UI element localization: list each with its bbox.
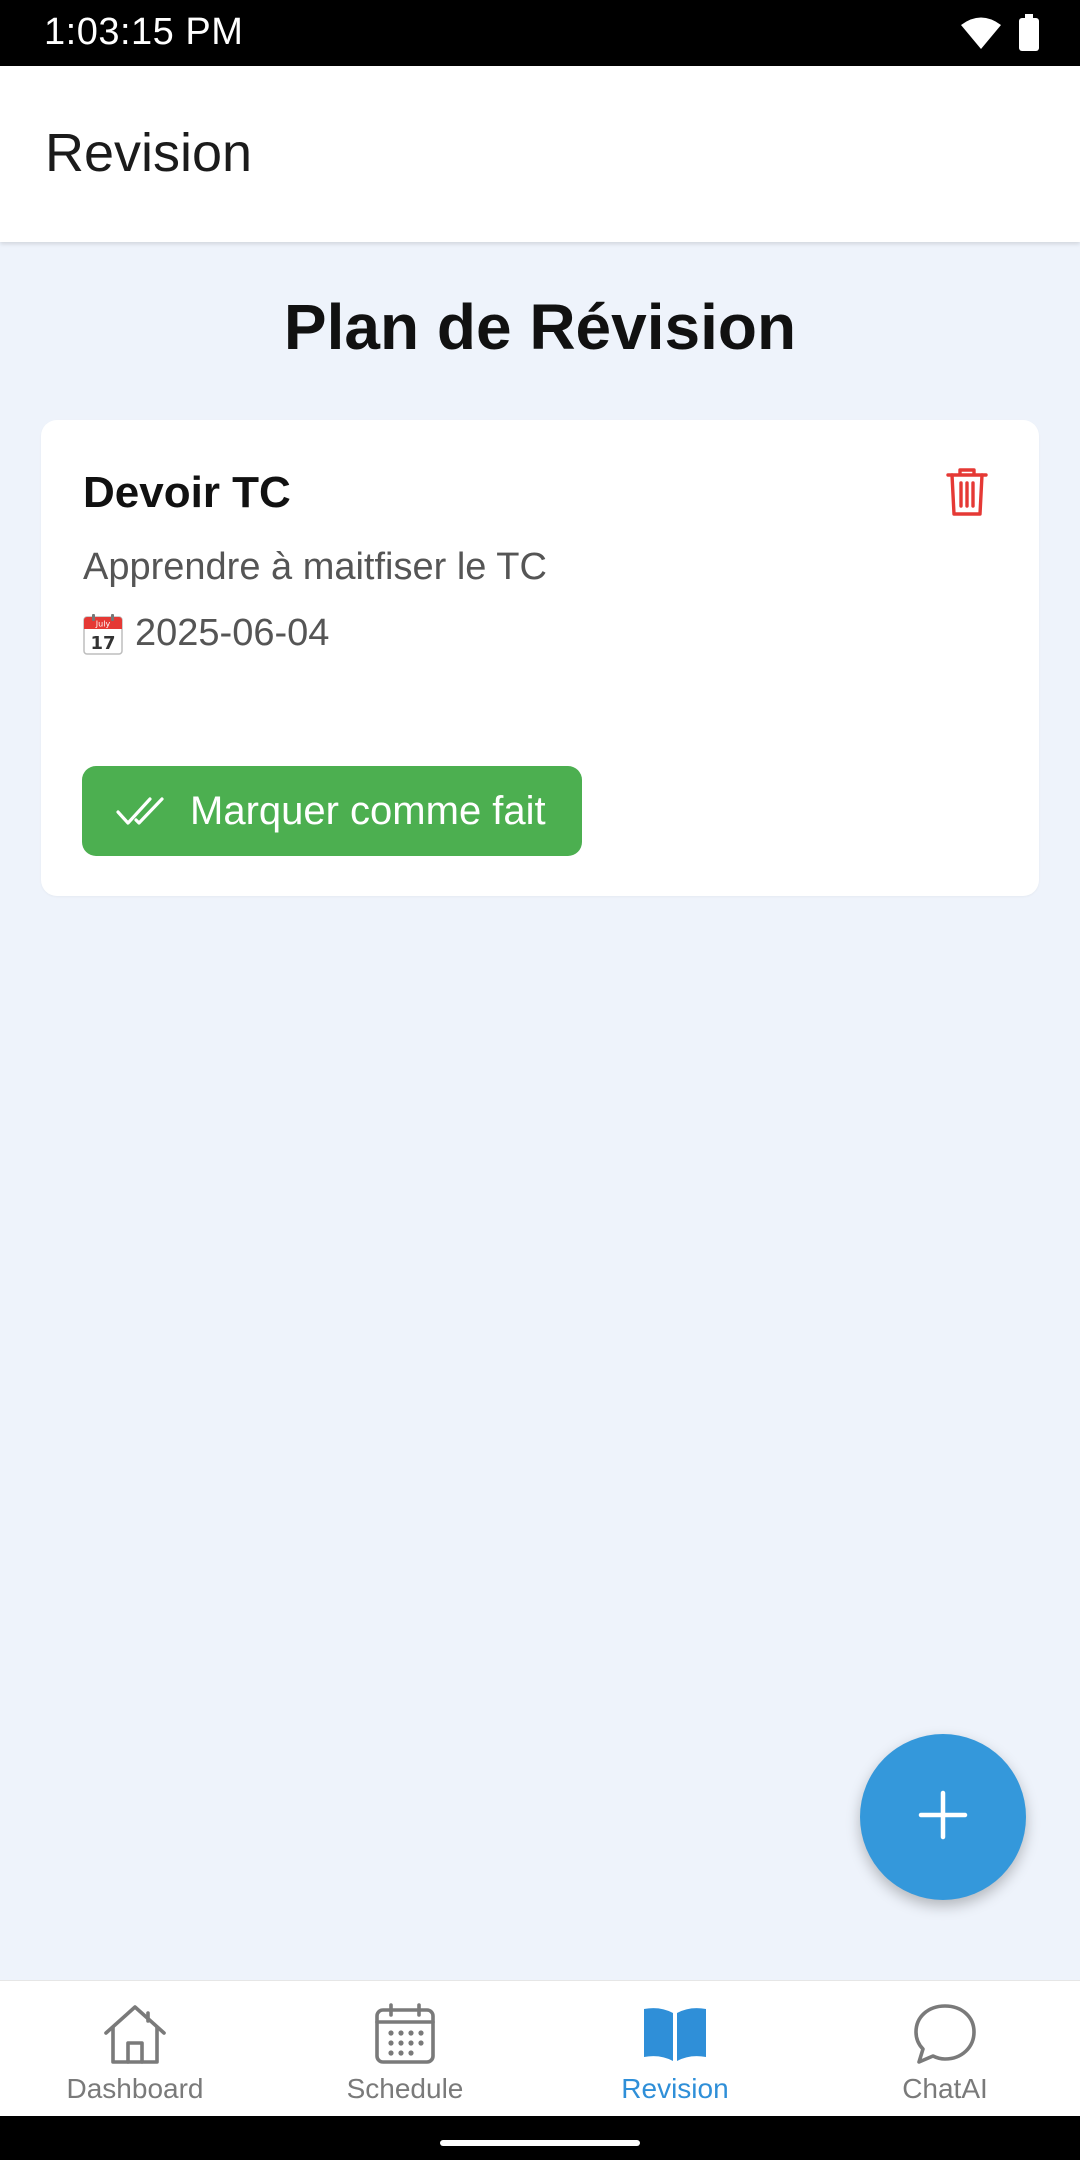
add-revision-button[interactable] bbox=[860, 1734, 1026, 1900]
nav-label-schedule: Schedule bbox=[346, 2073, 464, 2104]
revision-card-description: Apprendre à maitfiser le TC bbox=[83, 546, 547, 588]
status-time: 1:03:15 PM bbox=[44, 11, 244, 53]
mark-done-label: Marquer comme fait bbox=[190, 788, 546, 833]
delete-button[interactable] bbox=[939, 466, 995, 522]
calendar-grid-icon bbox=[372, 2003, 438, 2065]
trash-icon bbox=[945, 467, 989, 522]
battery-icon bbox=[1018, 14, 1040, 57]
plus-icon bbox=[918, 1790, 968, 1845]
nav-item-revision[interactable]: Revision bbox=[540, 1981, 810, 2117]
app-bar-title: Revision bbox=[45, 123, 253, 183]
revision-card: Devoir TC Apprendre à maitfiser le TC Ju… bbox=[41, 420, 1039, 896]
wifi-icon bbox=[960, 16, 1002, 55]
status-icons bbox=[960, 14, 1040, 57]
bottom-nav: Dashboard Schedule Revision ChatAI bbox=[0, 1980, 1080, 2117]
calendar-icon: July 17 bbox=[83, 613, 123, 655]
home-gesture-handle[interactable] bbox=[440, 2140, 640, 2146]
double-check-icon bbox=[116, 791, 166, 831]
page-title: Plan de Révision bbox=[283, 291, 797, 363]
revision-screen: 1:03:15 PM Revision Plan de Révision Dev… bbox=[0, 0, 1080, 2160]
nav-item-schedule[interactable]: Schedule bbox=[270, 1981, 540, 2117]
nav-item-chatai[interactable]: ChatAI bbox=[810, 1981, 1080, 2117]
calendar-month-label: July bbox=[95, 619, 111, 628]
nav-label-chatai: ChatAI bbox=[902, 2073, 988, 2104]
status-bar: 1:03:15 PM bbox=[0, 0, 1080, 66]
nav-label-revision: Revision bbox=[621, 2073, 729, 2104]
app-bar: Revision bbox=[0, 66, 1080, 242]
revision-card-title: Devoir TC bbox=[83, 468, 291, 517]
calendar-day-label: 17 bbox=[90, 633, 115, 654]
chat-bubble-icon bbox=[912, 2003, 978, 2065]
nav-label-dashboard: Dashboard bbox=[66, 2073, 204, 2104]
revision-card-date-text: 2025-06-04 bbox=[135, 612, 330, 654]
system-gesture-bar bbox=[0, 2116, 1080, 2160]
revision-card-date: July 17 2025-06-04 bbox=[83, 612, 329, 655]
nav-item-dashboard[interactable]: Dashboard bbox=[0, 1981, 270, 2117]
book-open-icon bbox=[642, 2003, 708, 2065]
mark-done-button[interactable]: Marquer comme fait bbox=[82, 766, 582, 856]
home-icon bbox=[102, 2003, 168, 2065]
